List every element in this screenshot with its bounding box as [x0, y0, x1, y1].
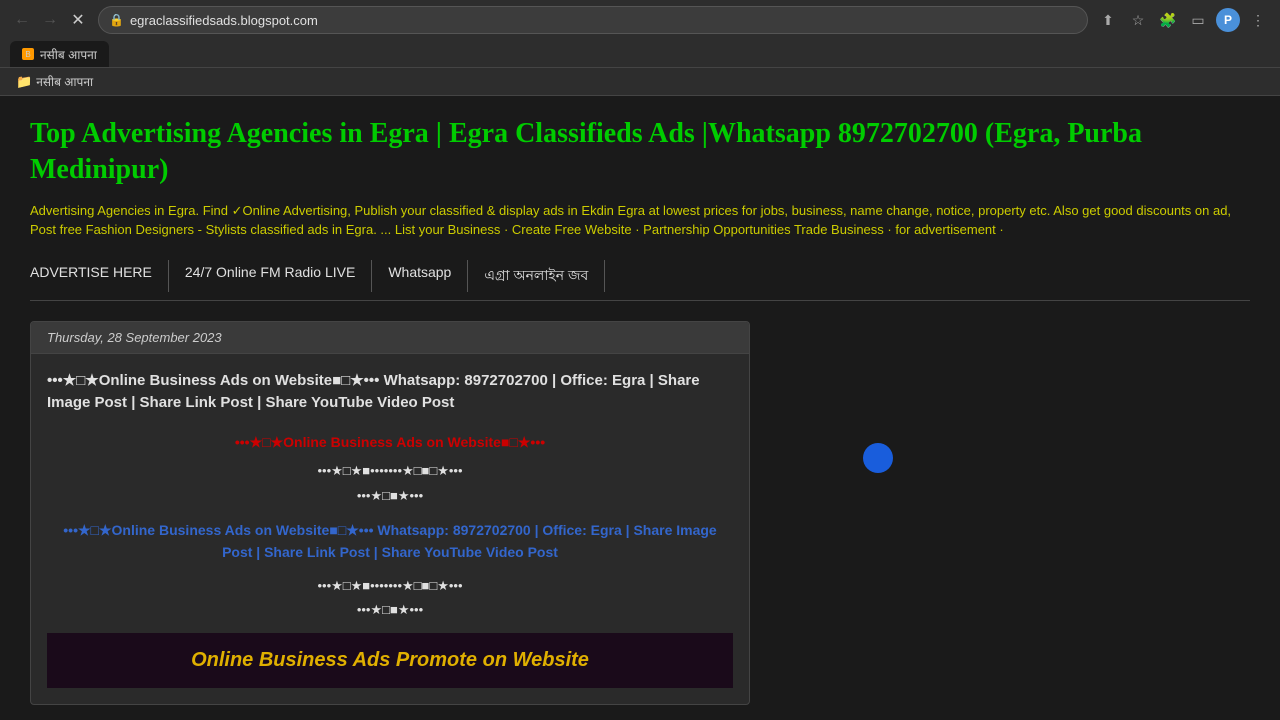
url-text: egraclassifiedsads.blogspot.com [130, 13, 1077, 28]
nav-jobs[interactable]: এগ্রা অনলাইন জব [468, 260, 605, 292]
share-button[interactable]: ⬆ [1096, 8, 1120, 32]
bookmark-label: नसीब आपना [36, 73, 93, 90]
browser-tabs: B नसीब आपना [0, 40, 1280, 68]
address-bar[interactable]: 🔒 egraclassifiedsads.blogspot.com [98, 6, 1088, 34]
browser-toolbar: ← → ✕ 🔒 egraclassifiedsads.blogspot.com … [0, 0, 1280, 40]
lock-icon: 🔒 [109, 13, 124, 27]
forward-button[interactable]: → [38, 8, 62, 32]
nav-buttons: ← → ✕ [10, 8, 90, 32]
main-content: Top Advertising Agencies in Egra | Egra … [0, 96, 1280, 720]
nav-advertise[interactable]: ADVERTISE HERE [30, 260, 169, 292]
post-center-line2: •••★□■★••• [47, 486, 733, 507]
site-title: Top Advertising Agencies in Egra | Egra … [30, 116, 1250, 189]
nav-radio[interactable]: 24/7 Online FM Radio LIVE [169, 260, 372, 292]
site-description: Advertising Agencies in Egra. Find ✓Onli… [30, 201, 1250, 240]
site-nav: ADVERTISE HERE 24/7 Online FM Radio LIVE… [30, 260, 1250, 301]
blog-post: •••★□★Online Business Ads on Website■□★•… [31, 354, 749, 704]
bookmark-button[interactable]: ☆ [1126, 8, 1150, 32]
tab-label: नसीब आपना [40, 46, 97, 63]
page-content: Top Advertising Agencies in Egra | Egra … [0, 96, 1280, 720]
back-button[interactable]: ← [10, 8, 34, 32]
post-center-line4: •••★□■★••• [47, 600, 733, 621]
reload-button[interactable]: ✕ [66, 8, 90, 32]
blog-container: Thursday, 28 September 2023 •••★□★Online… [30, 321, 750, 705]
active-tab[interactable]: B नसीब आपना [10, 41, 109, 67]
post-center-line3: •••★□★■•••••••★□■□★••• [47, 576, 733, 597]
toolbar-actions: ⬆ ☆ 🧩 ▭ P ⋮ [1096, 8, 1270, 32]
folder-icon: 📁 [16, 74, 32, 90]
site-header: Top Advertising Agencies in Egra | Egra … [30, 116, 1250, 240]
profile-avatar[interactable]: P [1216, 8, 1240, 32]
extensions-button[interactable]: 🧩 [1156, 8, 1180, 32]
banner-text: Online Business Ads Promote on Website [191, 649, 589, 671]
post-banner: Online Business Ads Promote on Website [47, 633, 733, 688]
menu-button[interactable]: ⋮ [1246, 8, 1270, 32]
post-link[interactable]: •••★□★Online Business Ads on Website■□★•… [47, 519, 733, 564]
bookmark-item[interactable]: 📁 नसीब आपना [10, 71, 99, 92]
browser-chrome: ← → ✕ 🔒 egraclassifiedsads.blogspot.com … [0, 0, 1280, 68]
blog-post-title: •••★□★Online Business Ads on Website■□★•… [47, 370, 733, 415]
bookmarks-bar: 📁 नसीब आपना [0, 68, 1280, 96]
post-body: •••★□★Online Business Ads on Website■□★•… [47, 431, 733, 621]
sidebar-button[interactable]: ▭ [1186, 8, 1210, 32]
nav-whatsapp[interactable]: Whatsapp [372, 260, 468, 292]
tab-favicon: B [22, 48, 34, 60]
post-center-line1: •••★□★■•••••••★□■□★••• [47, 461, 733, 482]
post-red-line: •••★□★Online Business Ads on Website■□★•… [47, 431, 733, 453]
blog-date: Thursday, 28 September 2023 [31, 322, 749, 354]
